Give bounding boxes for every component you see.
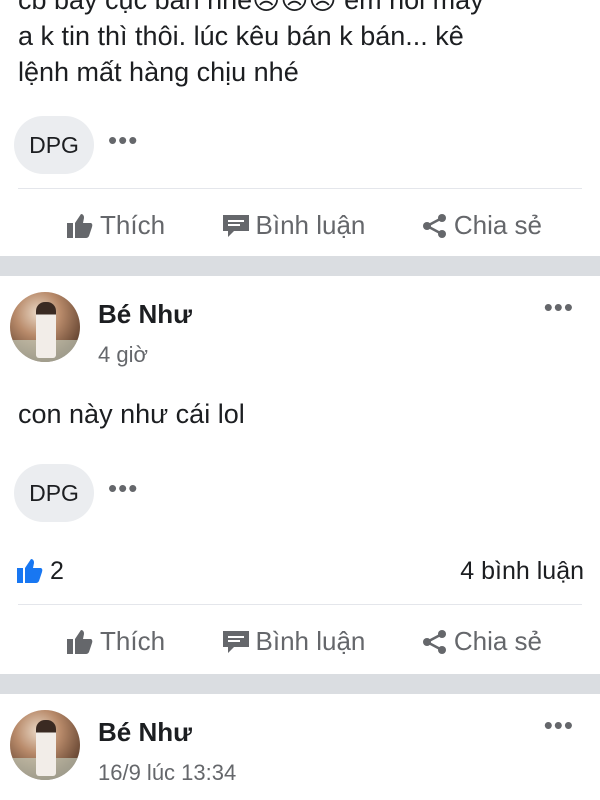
comment-icon: [222, 214, 249, 237]
post-time[interactable]: 16/9 lúc 13:34: [98, 760, 236, 786]
tag-chip[interactable]: DPG: [14, 464, 94, 522]
author-block: Bé Như 16/9 lúc 13:34: [98, 710, 236, 786]
reaction-stats: 2 4 bình luận: [0, 538, 600, 604]
post-text-line: lệnh mất hàng chịu nhé: [18, 57, 299, 87]
action-bar: Thích Bình luận Chia sẻ: [18, 188, 582, 262]
comment-label: Bình luận: [255, 626, 366, 656]
more-icon[interactable]: •••: [544, 292, 574, 323]
more-icon[interactable]: •••: [108, 475, 138, 511]
share-icon: [422, 629, 446, 654]
share-button[interactable]: Chia sẻ: [422, 626, 542, 657]
action-bar: Thích Bình luận Chia sẻ: [18, 604, 582, 678]
author-name[interactable]: Bé Như: [98, 716, 236, 748]
share-label: Chia sẻ: [453, 210, 542, 240]
post: Bé Như 4 giờ ••• con này như cái lol DPG…: [0, 276, 600, 674]
avatar[interactable]: [10, 292, 80, 362]
like-label: Thích: [100, 210, 166, 240]
like-count[interactable]: 2: [16, 557, 64, 586]
post-header: Bé Như 4 giờ •••: [0, 276, 600, 368]
share-icon: [422, 213, 446, 238]
author-name[interactable]: Bé Như: [98, 298, 192, 330]
post-text-line: cb bay cục bán nhé😠😠😠 em nói mấy: [18, 0, 484, 15]
comment-label: Bình luận: [255, 210, 366, 240]
like-count-value: 2: [50, 556, 64, 585]
comment-button[interactable]: Bình luận: [222, 626, 366, 657]
post: cb bay cục bán nhé😠😠😠 em nói mấy a k tin…: [0, 0, 600, 256]
comment-icon: [222, 630, 249, 653]
post-text-line: a k tin thì thôi. lúc kêu bán k bán... k…: [18, 21, 464, 51]
comment-button[interactable]: Bình luận: [222, 210, 366, 241]
author-block: Bé Như 4 giờ: [98, 292, 192, 368]
thumbs-up-icon: [67, 213, 93, 238]
more-icon[interactable]: •••: [544, 710, 574, 741]
post-header: Bé Như 16/9 lúc 13:34 •••: [0, 694, 600, 786]
tag-chip[interactable]: DPG: [14, 116, 94, 174]
like-label: Thích: [100, 626, 166, 656]
comment-count[interactable]: 4 bình luận: [460, 557, 584, 586]
avatar[interactable]: [10, 710, 80, 780]
like-button[interactable]: Thích: [66, 626, 165, 657]
post-time[interactable]: 4 giờ: [98, 342, 192, 368]
like-button[interactable]: Thích: [66, 210, 165, 241]
tag-row: DPG •••: [0, 464, 152, 522]
post-text: con này như cái lol: [18, 399, 245, 429]
more-icon[interactable]: •••: [108, 127, 138, 163]
post: Bé Như 16/9 lúc 13:34 •••: [0, 694, 600, 800]
share-label: Chia sẻ: [453, 626, 542, 656]
like-badge-icon: [17, 559, 43, 583]
share-button[interactable]: Chia sẻ: [422, 210, 542, 241]
thumbs-up-icon: [67, 629, 93, 654]
post-text: cb bay cục bán nhé😠😠😠 em nói mấy a k tin…: [0, 0, 600, 90]
tag-row: DPG •••: [0, 116, 152, 174]
